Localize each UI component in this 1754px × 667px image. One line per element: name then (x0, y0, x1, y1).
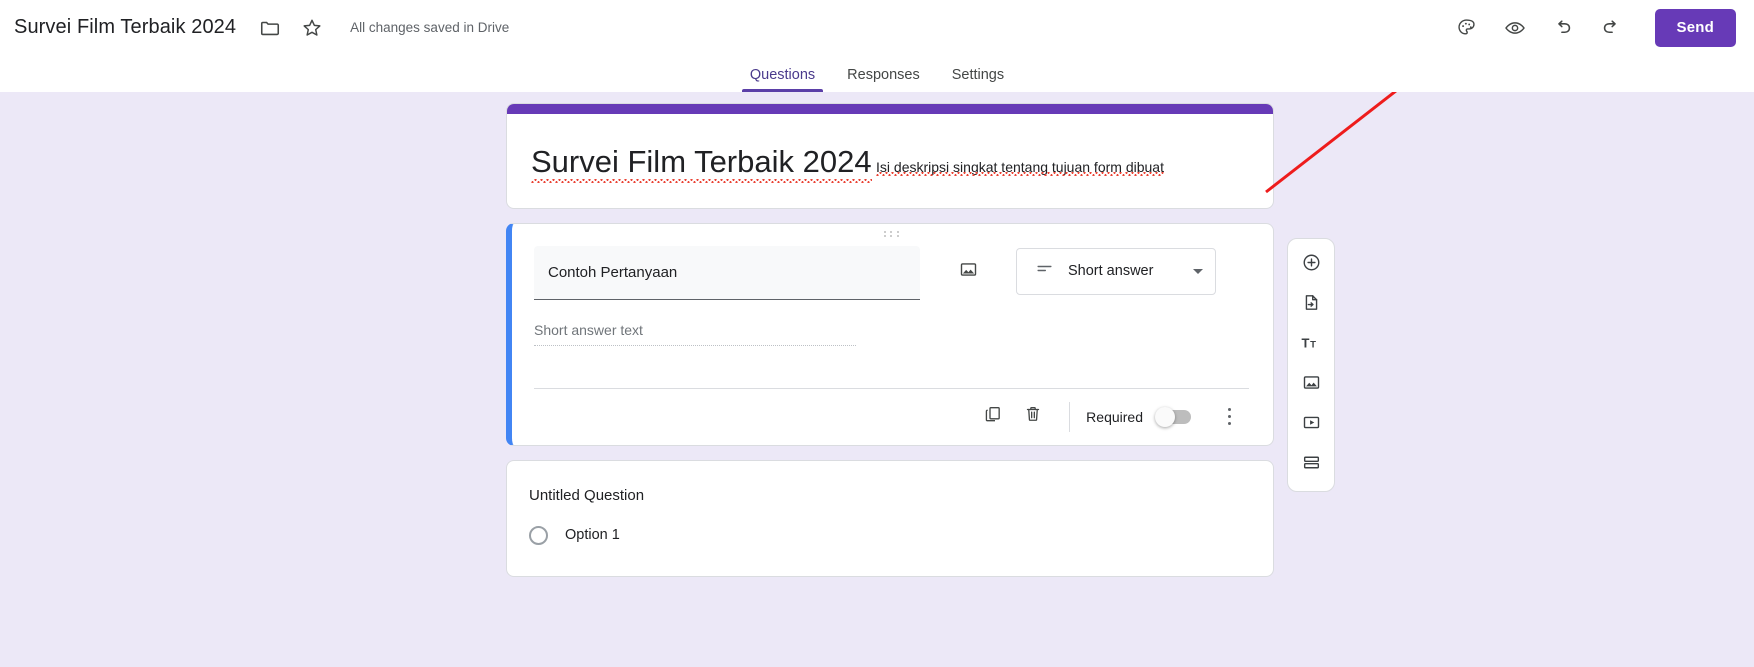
video-icon (1301, 412, 1322, 438)
header-accent-stripe (507, 104, 1273, 114)
plus-circle-icon (1301, 252, 1322, 278)
question-row: Contoh Pertanyaan Short answer (534, 245, 1249, 300)
drag-handle[interactable] (512, 230, 1273, 238)
add-question-button[interactable] (1288, 245, 1334, 285)
short-answer-preview: Short answer text (534, 322, 856, 346)
image-icon (1301, 372, 1322, 398)
add-title-description-button[interactable]: T T (1288, 325, 1334, 365)
redo-button[interactable] (1591, 8, 1631, 48)
tab-settings[interactable]: Settings (936, 67, 1020, 92)
customize-theme-button[interactable] (1447, 8, 1487, 48)
option-row[interactable]: Option 1 (529, 525, 1249, 545)
untitled-question-card[interactable]: Untitled Question Option 1 (506, 459, 1274, 577)
undo-icon (1552, 17, 1574, 39)
actions-divider (1069, 401, 1071, 432)
form-header-card[interactable]: Survei Film Terbaik 2024 Isi deskripsi s… (506, 103, 1274, 209)
duplicate-icon (983, 404, 1003, 429)
star-button[interactable] (292, 8, 332, 48)
image-icon (958, 259, 979, 285)
required-toggle[interactable] (1155, 406, 1191, 427)
tab-questions[interactable]: Questions (734, 67, 831, 92)
form-column: Survei Film Terbaik 2024 Isi deskripsi s… (506, 103, 1274, 577)
form-title-field[interactable]: Survei Film Terbaik 2024 (531, 143, 872, 183)
delete-question-button[interactable] (1013, 397, 1053, 437)
title-text-icon: T T (1300, 331, 1323, 359)
question-text-input[interactable]: Contoh Pertanyaan (534, 245, 920, 300)
required-label: Required (1086, 408, 1143, 425)
form-description-field[interactable]: Isi deskripsi singkat tentang tujuan for… (876, 159, 1164, 176)
more-vert-icon (1227, 408, 1231, 426)
question-more-options-button[interactable] (1209, 397, 1249, 437)
folder-icon (259, 17, 281, 39)
preview-button[interactable] (1495, 8, 1535, 48)
redo-icon (1600, 17, 1622, 39)
svg-text:T: T (1301, 335, 1309, 350)
add-video-button[interactable] (1288, 405, 1334, 445)
tab-bar: Questions Responses Settings (0, 55, 1754, 92)
svg-text:T: T (1310, 339, 1316, 350)
eye-icon (1504, 17, 1526, 39)
duplicate-question-button[interactable] (973, 397, 1013, 437)
undo-button[interactable] (1543, 8, 1583, 48)
tab-responses[interactable]: Responses (831, 67, 936, 92)
question-tools-toolbar: T T (1287, 238, 1335, 492)
trash-icon (1023, 404, 1043, 429)
question-actions: Required (534, 389, 1249, 445)
chevron-down-icon (1193, 268, 1203, 274)
form-title-text: Survei Film Terbaik 2024 (531, 143, 872, 183)
drag-handle-icon (884, 230, 901, 238)
import-file-icon (1301, 292, 1322, 318)
top-bar: Survei Film Terbaik 2024 All changes sav… (0, 0, 1754, 55)
question-type-dropdown[interactable]: Short answer (1016, 247, 1216, 295)
add-image-button[interactable] (1288, 365, 1334, 405)
question-card[interactable]: Contoh Pertanyaan Short answer Short ans… (506, 222, 1274, 446)
toggle-knob (1155, 406, 1175, 427)
option-label: Option 1 (565, 527, 620, 544)
question-type-label: Short answer (1068, 263, 1154, 280)
form-header-body: Survei Film Terbaik 2024 Isi deskripsi s… (507, 114, 1273, 208)
palette-icon (1456, 17, 1477, 38)
import-questions-button[interactable] (1288, 285, 1334, 325)
form-title-input[interactable]: Survei Film Terbaik 2024 (10, 14, 240, 41)
send-button[interactable]: Send (1654, 8, 1736, 47)
add-section-button[interactable] (1288, 445, 1334, 485)
section-icon (1301, 452, 1322, 478)
form-canvas: Survei Film Terbaik 2024 Isi deskripsi s… (0, 92, 1754, 667)
question-add-image-button[interactable] (948, 252, 988, 292)
star-icon (301, 17, 323, 39)
untitled-question-title: Untitled Question (529, 486, 645, 504)
radio-unchecked-icon (529, 525, 548, 545)
form-description-text: Isi deskripsi singkat tentang tujuan for… (876, 159, 1164, 176)
save-status-text: All changes saved in Drive (350, 20, 510, 35)
top-bar-actions: Send (1447, 8, 1736, 48)
move-to-folder-button[interactable] (250, 8, 290, 48)
short-answer-icon (1035, 259, 1054, 283)
